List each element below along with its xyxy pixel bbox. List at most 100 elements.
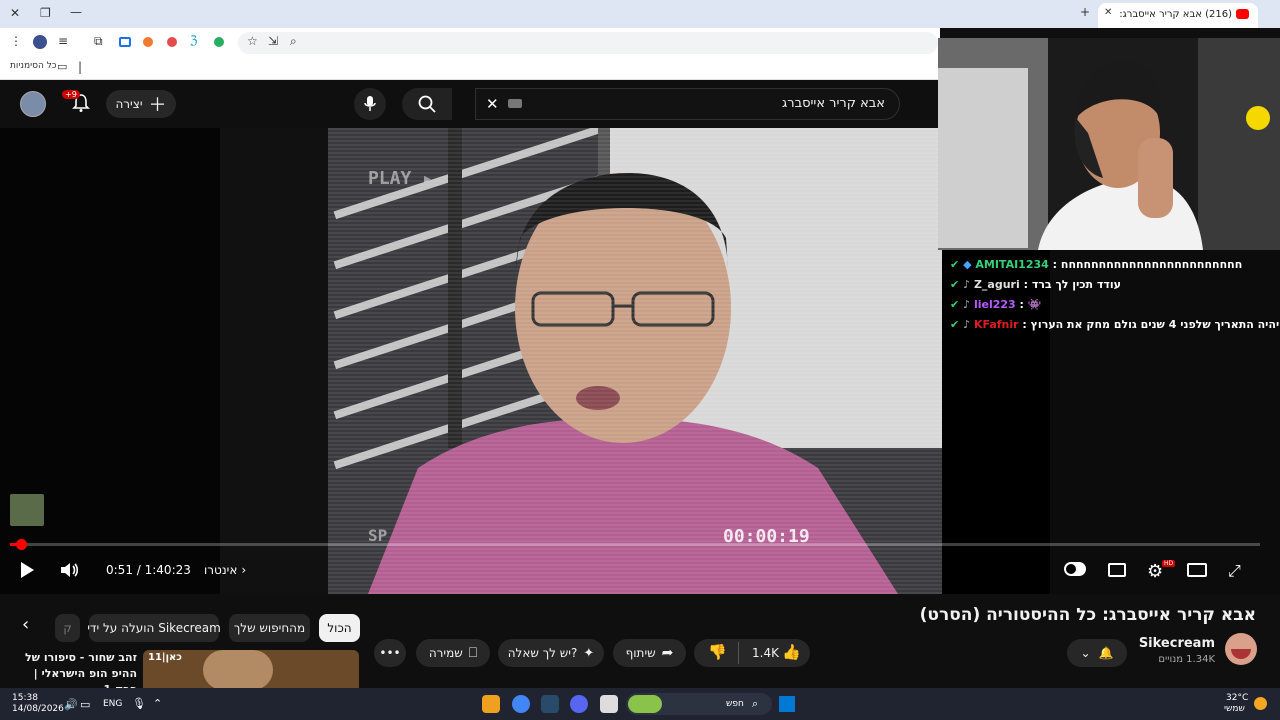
speaker-icon[interactable]: 🔊 — [64, 698, 78, 711]
chevron-down-icon: ⌄ — [1080, 646, 1091, 660]
thumbnail-face — [203, 650, 273, 690]
chip-partial[interactable]: ק — [55, 614, 80, 642]
chevron-right-icon: › — [241, 563, 247, 577]
install-icon[interactable]: ⇲ — [268, 34, 278, 48]
menu-icon[interactable]: ⋮ — [10, 34, 22, 48]
bookmark-star-icon[interactable]: ☆ — [247, 34, 258, 48]
steam-icon[interactable] — [541, 695, 559, 713]
channel-avatar[interactable] — [1225, 633, 1257, 665]
fullscreen-icon[interactable]: ⤢ — [1228, 561, 1241, 581]
share-label: שיתוף — [625, 646, 656, 660]
chat-username: KFafnir — [973, 318, 1019, 331]
chip-from-search[interactable]: מהחיפוש שלך — [229, 614, 310, 642]
divider — [738, 642, 739, 664]
close-window-icon[interactable]: ✕ — [10, 6, 20, 20]
search-highlight-icon — [628, 695, 662, 713]
chip-uploaded-by[interactable]: הועלה על ידי Sikecream — [87, 614, 221, 642]
chapter-label: אינטרו — [204, 563, 238, 577]
more-actions-button[interactable]: ••• — [374, 639, 406, 667]
divider: | — [78, 60, 83, 74]
channel-logo: כאן|11 — [148, 652, 182, 663]
sun-icon[interactable] — [1254, 697, 1267, 710]
windows-start-icon[interactable] — [779, 696, 795, 712]
app-icon[interactable] — [482, 695, 500, 713]
weather-label: שמשי — [1224, 704, 1245, 714]
chat-username: liel223 — [973, 298, 1016, 311]
chips-prev-icon[interactable]: ‹ — [22, 614, 44, 642]
extensions-icon[interactable]: ⧉ — [94, 34, 103, 49]
autoplay-toggle[interactable] — [1064, 562, 1086, 576]
vhs-play-overlay: PLAY ▸ — [368, 168, 434, 189]
share-button[interactable]: שיתוף ➦ — [613, 639, 686, 667]
all-bookmarks-link[interactable]: כל הסימניות — [10, 61, 57, 71]
subscriber-count: 1.34K מנויים — [1158, 654, 1215, 665]
create-button[interactable]: יצירה ＋ — [106, 90, 176, 118]
search-icon: ⌕ — [752, 697, 759, 710]
video-frame[interactable]: PLAY ▸ 00:00:19 SP — [328, 128, 942, 594]
search-button[interactable] — [402, 88, 452, 120]
like-count[interactable]: 1.4K — [752, 646, 779, 660]
chat-badge-icon: ◆ — [963, 258, 972, 271]
browser-tab-active[interactable]: ✕ (216) אבא קריר אייסברג: כל הה — [1098, 3, 1258, 28]
youtube-favicon-icon — [1236, 9, 1249, 19]
new-tab-icon[interactable]: + — [1080, 5, 1090, 19]
video-title: אבא קריר אייסברג: כל ההיסטוריה (הסרט) — [919, 605, 1256, 625]
tray-overflow-icon[interactable]: ⌃ — [153, 697, 162, 710]
dislike-icon[interactable]: 👎 — [708, 643, 727, 661]
miniplayer-icon[interactable] — [1187, 563, 1207, 577]
chapter-button[interactable]: אינטרו › — [204, 556, 246, 584]
chat-message: 👾 — [1027, 298, 1042, 311]
volume-icon — [61, 563, 79, 577]
extension-icon[interactable] — [167, 37, 177, 47]
browser-tab-bar: ✕ ❐ — + — [0, 0, 1280, 28]
chat-line: ✔ ◆ AMITAI1234 : חחחחחחחחחחחחחחחחחחחחחחח… — [950, 258, 1242, 271]
reading-list-icon[interactable]: ≡ — [58, 34, 68, 48]
chip-all[interactable]: הכול — [319, 614, 360, 642]
subscribe-notify-button[interactable]: ⌄ 🔔 — [1067, 639, 1127, 667]
volume-button[interactable] — [60, 561, 80, 583]
restore-window-icon[interactable]: ❐ — [40, 6, 51, 20]
keyboard-icon[interactable] — [508, 99, 522, 108]
chat-line: ✔ ♪ KFafnir : ך עוד יומיים יהיה התאריך ש… — [950, 318, 1280, 331]
extension-icon[interactable] — [143, 37, 153, 47]
progress-scrubber[interactable] — [16, 539, 27, 550]
address-bar[interactable] — [238, 32, 938, 54]
voice-search-button[interactable] — [354, 88, 386, 120]
file-explorer-icon[interactable] — [600, 695, 618, 713]
mic-tray-icon[interactable]: 🎙 — [132, 697, 146, 710]
language-indicator[interactable]: ENG — [103, 699, 122, 709]
taskbar-search[interactable]: חפש ⌕ — [626, 693, 772, 715]
save-label: שמירה — [428, 646, 463, 660]
extension-icon[interactable] — [214, 37, 224, 47]
play-icon — [21, 562, 34, 578]
more-horizontal-icon: ••• — [379, 646, 401, 660]
profile-icon[interactable] — [33, 35, 47, 49]
like-icon[interactable]: 👍 — [782, 643, 801, 661]
chat-badge-icon: ♪ — [963, 298, 971, 311]
zoom-icon[interactable]: ⌕ — [290, 34, 297, 49]
settings-gear-icon[interactable]: ⚙ — [1147, 561, 1163, 582]
search-input[interactable]: אבא קריר אייסברג ✕ — [475, 88, 900, 120]
video-thumbnail-preview[interactable] — [10, 494, 44, 526]
avatar[interactable] — [20, 91, 46, 117]
minimize-window-icon[interactable]: — — [70, 5, 82, 19]
taskbar-time: 15:38 — [12, 693, 38, 703]
recommendation-thumbnail[interactable]: כאן|11 — [143, 650, 359, 690]
channel-name[interactable]: Sikecream — [1135, 636, 1215, 651]
ask-button[interactable]: יש לך שאלה? ✦ — [498, 639, 604, 667]
progress-bar[interactable] — [10, 543, 1260, 546]
create-label: יצירה — [115, 97, 143, 111]
save-button[interactable]: שמירה ⎕ — [416, 639, 490, 667]
subtitles-icon[interactable] — [1108, 563, 1126, 577]
extension-icon[interactable] — [119, 37, 131, 47]
translate-icon[interactable]: ℨ — [190, 33, 197, 47]
pause-icon — [1066, 564, 1076, 574]
chrome-icon[interactable] — [512, 695, 530, 713]
discord-icon[interactable] — [570, 695, 588, 713]
network-icon[interactable]: ▭ — [80, 698, 90, 711]
play-button[interactable] — [18, 561, 36, 583]
address-bar-row: ⋮ ≡ ⧉ ℨ ☆ ⇲ ⌕ — [0, 28, 940, 56]
clear-search-icon[interactable]: ✕ — [486, 95, 499, 113]
notifications-button[interactable]: +9 — [62, 90, 92, 114]
close-tab-icon[interactable]: ✕ — [1104, 7, 1112, 18]
